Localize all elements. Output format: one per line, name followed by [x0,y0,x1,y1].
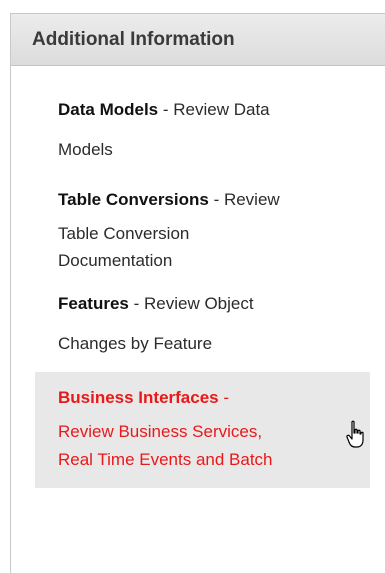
link-data-models-title: Data Models [58,100,159,119]
link-business-interfaces-desc-3: Real Time Events and Batch [58,450,273,469]
link-features-title: Features [58,294,129,313]
link-data-models[interactable]: Data Models - Review Data Models [11,88,385,174]
link-features[interactable]: Features - Review Object Changes by Feat… [11,282,385,368]
link-table-conversions-desc-3: Documentation [58,251,173,270]
link-data-models-desc-2: Models [58,140,113,159]
link-business-interfaces-desc-2: Review Business Services, [58,422,263,441]
panel-body: Data Models - Review Data Models Table C… [11,66,385,488]
link-business-interfaces-desc-1: - [218,388,230,407]
link-table-conversions[interactable]: Table Conversions - Review Table Convers… [11,178,385,278]
link-business-interfaces[interactable]: Business Interfaces - Review Business Se… [35,372,370,488]
panel-header: Additional Information [11,14,385,66]
additional-information-panel: Additional Information Data Models - Rev… [10,13,385,573]
hand-pointer-icon [346,420,364,448]
link-features-desc-2: Changes by Feature [58,334,213,353]
link-features-desc-1: - Review Object [128,294,254,313]
link-table-conversions-title: Table Conversions [58,190,209,209]
link-business-interfaces-title: Business Interfaces [58,388,219,407]
panel-title: Additional Information [32,28,235,50]
link-table-conversions-desc-2: Table Conversion [58,224,190,243]
link-table-conversions-desc-1: - Review [208,190,280,209]
link-data-models-desc-1: - Review Data [158,100,270,119]
